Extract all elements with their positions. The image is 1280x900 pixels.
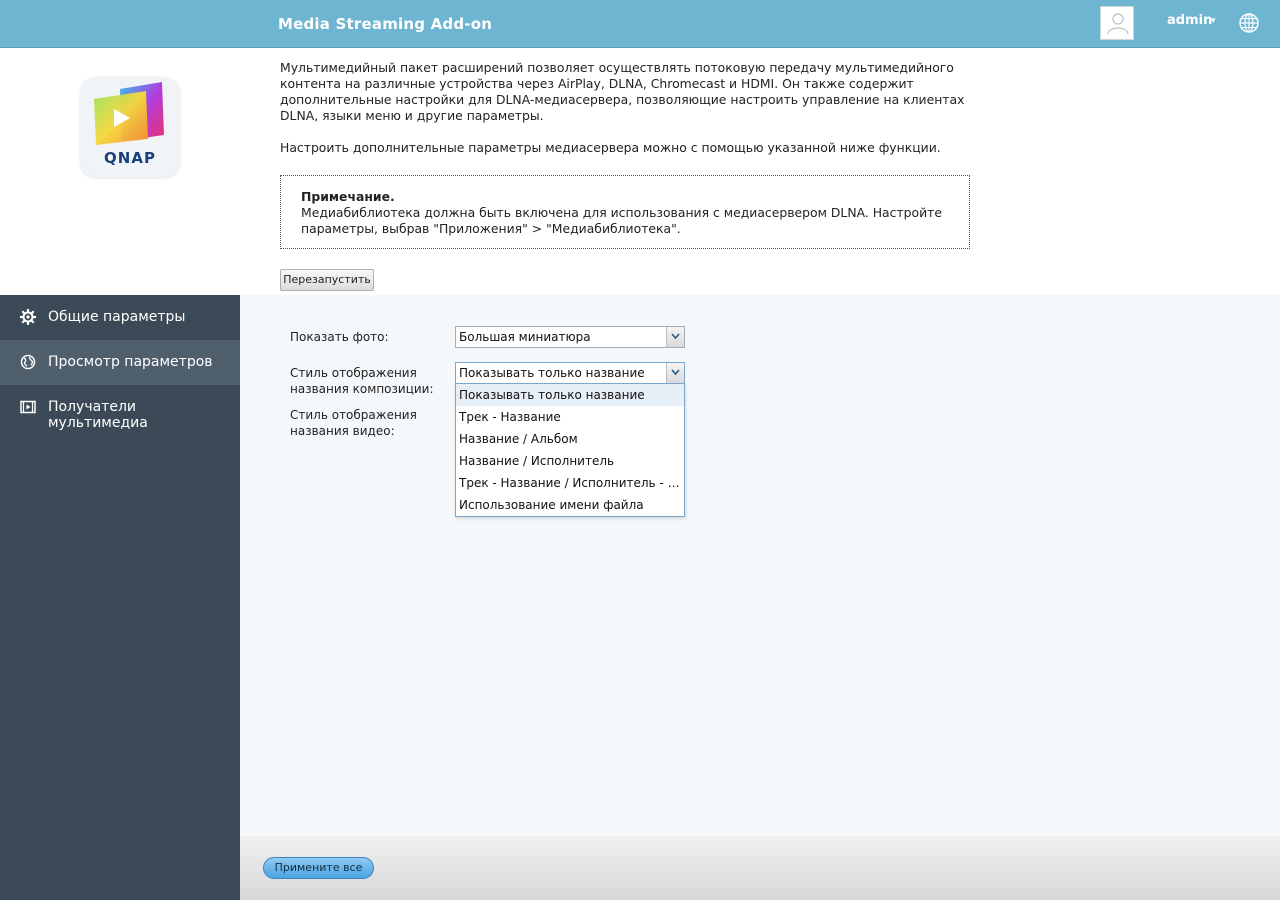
chevron-down-icon xyxy=(671,333,680,340)
music-title-style-select[interactable]: Показывать только название xyxy=(455,362,685,384)
dropdown-option[interactable]: Трек - Название xyxy=(456,406,684,428)
apply-all-button[interactable]: Примените все xyxy=(263,857,374,879)
user-menu[interactable]: admin xyxy=(1167,13,1212,28)
sidebar-item-browsing-settings[interactable]: Просмотр параметров xyxy=(0,340,240,385)
description-text: Мультимедийный пакет расширений позволяе… xyxy=(280,60,965,123)
photo-display-select[interactable]: Большая миниатюра xyxy=(455,326,685,348)
sidebar-item-label: Общие параметры xyxy=(48,309,186,325)
description-hint: Настроить дополнительные параметры медиа… xyxy=(280,140,941,155)
dropdown-option[interactable]: Трек - Название / Исполнитель - Альбом xyxy=(456,472,684,494)
sidebar-item-label: Просмотр параметров xyxy=(48,354,213,370)
globe-icon xyxy=(20,354,36,374)
photo-display-label: Показать фото: xyxy=(290,330,389,344)
restart-button[interactable]: Перезапустить xyxy=(280,269,374,291)
dropdown-option[interactable]: Название / Альбом xyxy=(456,428,684,450)
label-line: названия композиции: xyxy=(290,382,434,396)
note-title: Примечание. xyxy=(301,189,395,204)
photo-display-value: Большая миниатюра xyxy=(459,330,591,344)
user-icon xyxy=(1107,13,1129,35)
dropdown-option[interactable]: Название / Исполнитель xyxy=(456,450,684,472)
dropdown-option[interactable]: Использование имени файла xyxy=(456,494,684,516)
footer-bar xyxy=(240,836,1280,900)
media-streaming-logo-icon xyxy=(94,82,164,145)
label-line: Стиль отображения xyxy=(290,408,417,422)
video-title-style-label: Стиль отображения названия видео: xyxy=(290,407,417,439)
dropdown-arrow[interactable] xyxy=(666,327,684,347)
avatar[interactable] xyxy=(1100,6,1134,40)
sidebar-item-label: Получатели мультимедиа xyxy=(48,399,148,431)
sidebar-item-general-settings[interactable]: Общие параметры xyxy=(0,295,240,340)
app-title: Media Streaming Add-on xyxy=(278,15,493,33)
note-text: Медиабиблиотека должна быть включена для… xyxy=(301,205,943,236)
dropdown-arrow[interactable] xyxy=(666,363,684,383)
chevron-down-icon xyxy=(671,369,680,376)
label-line: названия видео: xyxy=(290,424,395,438)
qnap-wordmark: QNAP xyxy=(104,149,156,167)
dropdown-option[interactable]: Показывать только название xyxy=(456,384,684,406)
music-title-style-label: Стиль отображения названия композиции: xyxy=(290,365,434,397)
sidebar-item-media-receivers[interactable]: Получатели мультимедиа xyxy=(0,385,240,431)
video-icon xyxy=(20,399,36,419)
language-globe-icon[interactable] xyxy=(1238,12,1260,37)
gear-icon xyxy=(19,308,37,329)
music-title-style-dropdown: Показывать только название Трек - Назван… xyxy=(455,383,685,517)
music-title-style-value: Показывать только название xyxy=(459,366,645,380)
top-header: Media Streaming Add-on admin ▾ xyxy=(0,0,1280,48)
sidebar: Общие параметры Просмотр параметров Полу… xyxy=(0,295,240,900)
note-box: Примечание. Медиабиблиотека должна быть … xyxy=(280,175,970,249)
chevron-down-icon[interactable]: ▾ xyxy=(1211,16,1216,26)
label-line: Стиль отображения xyxy=(290,366,417,380)
app-logo: QNAP xyxy=(80,77,180,177)
